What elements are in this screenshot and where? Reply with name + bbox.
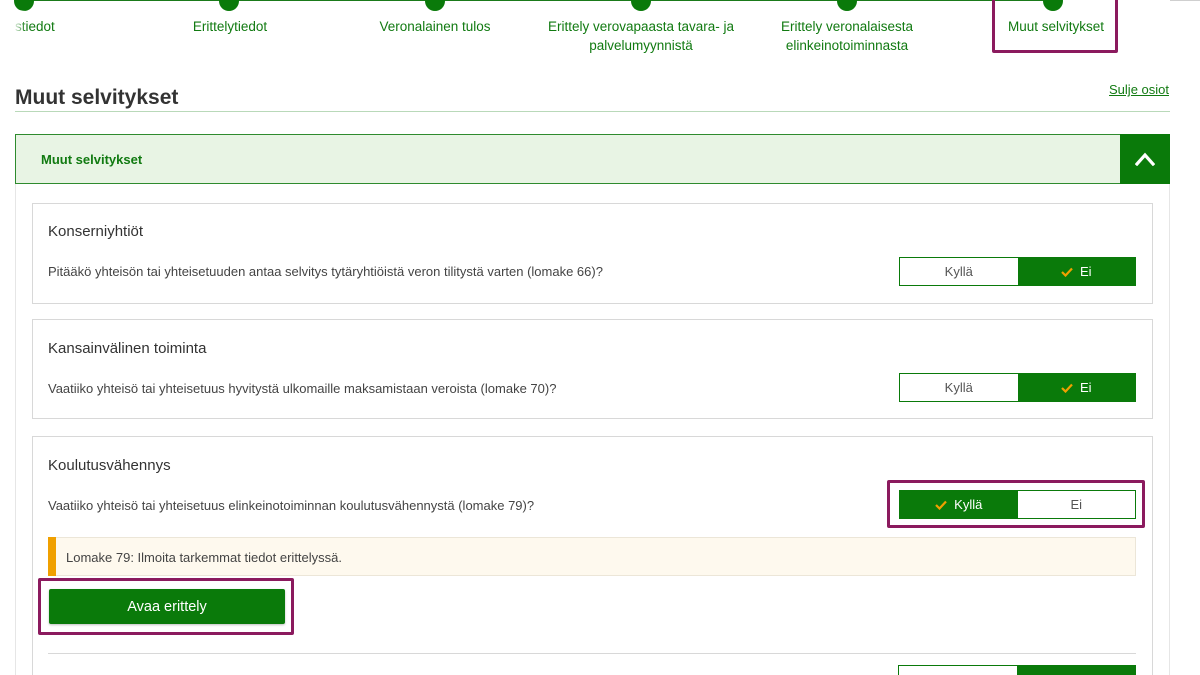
progress-stepper: stiedot Erittelytiedot Veronalainen tulo… xyxy=(0,0,1200,70)
section-konserniyhtiot: Konserniyhtiöt Pitääkö yhteisön tai yhte… xyxy=(32,203,1153,304)
step-label-5[interactable]: Erittely veronalaisesta elinkeinotoiminn… xyxy=(767,17,927,55)
step-label-4[interactable]: Erittely verovapaasta tavara- ja palvelu… xyxy=(541,17,741,55)
section-title: Konserniyhtiöt xyxy=(48,223,144,240)
notice-text: Lomake 79: Ilmoita tarkemmat tiedot erit… xyxy=(66,550,343,565)
no-label: Ei xyxy=(1070,497,1083,512)
step-dot-6[interactable] xyxy=(1043,0,1063,11)
check-icon xyxy=(1061,383,1073,393)
yes-no-toggle: Kyllä Ei xyxy=(899,373,1136,402)
yes-button[interactable]: Kyllä xyxy=(900,258,1018,285)
section-question: Vaatiiko yhteisö tai yhteisetuus hyvitys… xyxy=(48,381,557,396)
title-divider xyxy=(15,111,1170,112)
step-label-2[interactable]: Erittelytiedot xyxy=(160,17,300,36)
step-label-fade xyxy=(14,10,26,58)
chevron-up-icon xyxy=(1135,152,1155,166)
section-question: Vaatiiko yhteisö tai yhteisetuus elinkei… xyxy=(48,498,535,513)
accordion-title: Muut selvitykset xyxy=(41,152,143,167)
stepper-right-rule xyxy=(1170,0,1200,1)
yes-button[interactable]: Kyllä xyxy=(900,374,1018,401)
step-dot-2[interactable] xyxy=(219,0,239,11)
step-dot-4[interactable] xyxy=(631,0,651,11)
notice-accent-bar xyxy=(48,537,56,576)
yes-label: Kyllä xyxy=(954,497,983,512)
yes-button-selected[interactable]: Kyllä xyxy=(900,491,1018,518)
next-yes-no-toggle[interactable] xyxy=(898,665,1136,675)
yes-label: Kyllä xyxy=(944,264,973,279)
no-label: Ei xyxy=(1079,264,1092,279)
step-label-1[interactable]: stiedot xyxy=(0,17,70,36)
stepper-line xyxy=(24,0,1060,1)
step-label-3[interactable]: Veronalainen tulos xyxy=(365,17,505,36)
step-label-6-current[interactable]: Muut selvitykset xyxy=(996,17,1116,36)
section-title: Koulutusvähennys xyxy=(48,457,171,474)
check-icon xyxy=(935,500,947,510)
collapse-button[interactable] xyxy=(1120,134,1170,184)
no-button-selected[interactable]: Ei xyxy=(1017,374,1135,401)
next-no-button[interactable] xyxy=(1017,666,1135,675)
open-specification-button[interactable]: Avaa erittely xyxy=(49,589,285,624)
section-title: Kansainvälinen toiminta xyxy=(48,340,207,357)
page-title: Muut selvitykset xyxy=(15,86,179,109)
yes-no-toggle: Kyllä Ei xyxy=(899,490,1136,519)
step-dot-5[interactable] xyxy=(837,0,857,11)
no-label: Ei xyxy=(1079,380,1092,395)
yes-label: Kyllä xyxy=(944,380,973,395)
info-notice: Lomake 79: Ilmoita tarkemmat tiedot erit… xyxy=(48,537,1136,576)
next-yes-button[interactable] xyxy=(899,666,1017,675)
section-question: Pitääkö yhteisön tai yhteisetuuden antaa… xyxy=(48,264,603,279)
step-dot-3[interactable] xyxy=(425,0,445,11)
accordion-header[interactable]: Muut selvitykset xyxy=(15,134,1170,184)
close-sections-link[interactable]: Sulje osiot xyxy=(1109,82,1169,97)
no-button[interactable]: Ei xyxy=(1017,491,1135,518)
check-icon xyxy=(1061,267,1073,277)
section-divider xyxy=(48,653,1136,654)
yes-no-toggle: Kyllä Ei xyxy=(899,257,1136,286)
no-button-selected[interactable]: Ei xyxy=(1017,258,1135,285)
section-kansainvalinen-toiminta: Kansainvälinen toiminta Vaatiiko yhteisö… xyxy=(32,319,1153,419)
